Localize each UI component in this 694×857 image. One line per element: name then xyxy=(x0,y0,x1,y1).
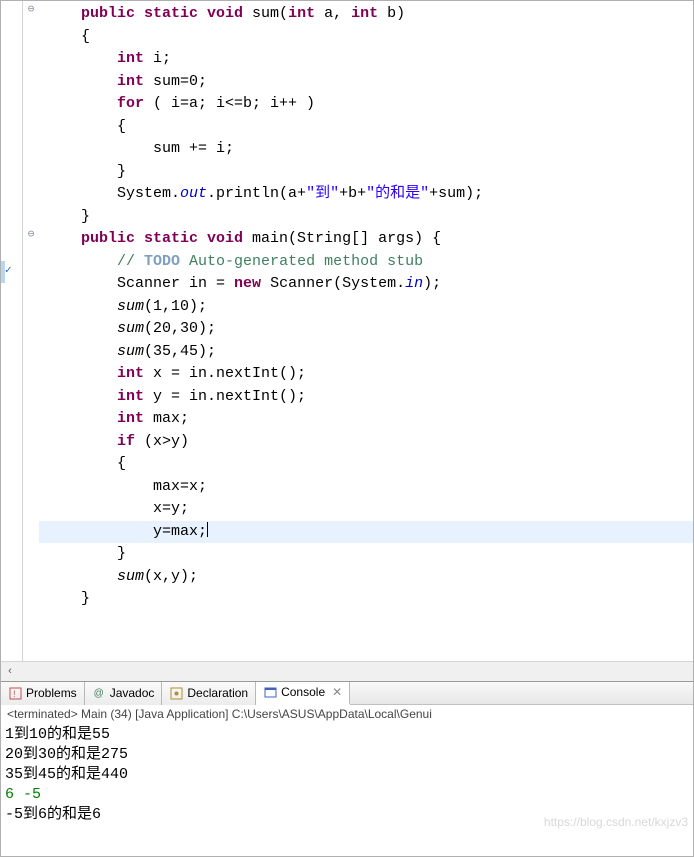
editor-gutter xyxy=(1,1,23,661)
console-line: 6 -5 xyxy=(5,785,689,805)
horizontal-scrollbar[interactable]: ‹ xyxy=(1,661,693,681)
code-line[interactable]: int sum=0; xyxy=(39,71,693,94)
checkmark-icon: ✓ xyxy=(5,263,17,275)
code-line[interactable]: sum(x,y); xyxy=(39,566,693,589)
declaration-icon xyxy=(169,686,183,700)
javadoc-icon: @ xyxy=(92,686,106,700)
tab-console[interactable]: Console ✕ xyxy=(256,682,350,705)
text-cursor xyxy=(207,522,208,537)
code-line[interactable]: int i; xyxy=(39,48,693,71)
code-line[interactable]: // TODO Auto-generated method stub xyxy=(39,251,693,274)
code-line[interactable]: for ( i=a; i<=b; i++ ) xyxy=(39,93,693,116)
code-line[interactable]: { xyxy=(39,26,693,49)
code-line[interactable]: sum += i; xyxy=(39,138,693,161)
fold-collapse-icon[interactable]: ⊖ xyxy=(25,3,37,15)
fold-collapse-icon[interactable]: ⊖ xyxy=(25,228,37,240)
problems-icon: ! xyxy=(8,686,22,700)
tab-problems[interactable]: ! Problems xyxy=(1,682,85,705)
bottom-tabs: ! Problems @ Javadoc Declaration Console ✕ xyxy=(1,681,693,705)
code-line[interactable]: x=y; xyxy=(39,498,693,521)
code-line[interactable]: System.out.println(a+"到"+b+"的和是"+sum); xyxy=(39,183,693,206)
tab-label: Javadoc xyxy=(110,686,155,700)
svg-text:!: ! xyxy=(13,689,16,699)
code-line[interactable]: { xyxy=(39,453,693,476)
console-line: -5到6的和是6 xyxy=(5,805,689,825)
code-line[interactable]: if (x>y) xyxy=(39,431,693,454)
code-line[interactable]: int max; xyxy=(39,408,693,431)
code-editor[interactable]: ⊖ ⊖ ✓ public static void sum(int a, int b… xyxy=(1,1,693,661)
tab-javadoc[interactable]: @ Javadoc xyxy=(85,682,163,705)
code-line[interactable]: } xyxy=(39,588,693,611)
console-line: 20到30的和是275 xyxy=(5,745,689,765)
code-line[interactable]: sum(20,30); xyxy=(39,318,693,341)
close-icon[interactable]: ✕ xyxy=(329,685,342,699)
code-line[interactable]: sum(35,45); xyxy=(39,341,693,364)
console-status: <terminated> Main (34) [Java Application… xyxy=(1,705,693,725)
tab-label: Declaration xyxy=(187,686,248,700)
code-line[interactable]: sum(1,10); xyxy=(39,296,693,319)
code-content[interactable]: public static void sum(int a, int b) { i… xyxy=(39,1,693,611)
code-line[interactable]: int y = in.nextInt(); xyxy=(39,386,693,409)
code-line[interactable]: public static void main(String[] args) { xyxy=(39,228,693,251)
code-line[interactable]: } xyxy=(39,543,693,566)
code-line[interactable]: public static void sum(int a, int b) xyxy=(39,3,693,26)
console-line: 1到10的和是55 xyxy=(5,725,689,745)
code-line[interactable]: } xyxy=(39,206,693,229)
tab-declaration[interactable]: Declaration xyxy=(162,682,256,705)
tab-label: Problems xyxy=(26,686,77,700)
console-output[interactable]: 1到10的和是5520到30的和是27535到45的和是4406 -5-5到6的… xyxy=(1,725,693,825)
code-line[interactable]: y=max; xyxy=(39,521,693,544)
scroll-left-arrow[interactable]: ‹ xyxy=(1,663,19,681)
code-line[interactable]: int x = in.nextInt(); xyxy=(39,363,693,386)
code-line[interactable]: Scanner in = new Scanner(System.in); xyxy=(39,273,693,296)
console-icon xyxy=(263,685,277,699)
code-line[interactable]: { xyxy=(39,116,693,139)
console-line: 35到45的和是440 xyxy=(5,765,689,785)
code-line[interactable]: } xyxy=(39,161,693,184)
tab-label: Console xyxy=(281,685,325,699)
code-line[interactable]: max=x; xyxy=(39,476,693,499)
